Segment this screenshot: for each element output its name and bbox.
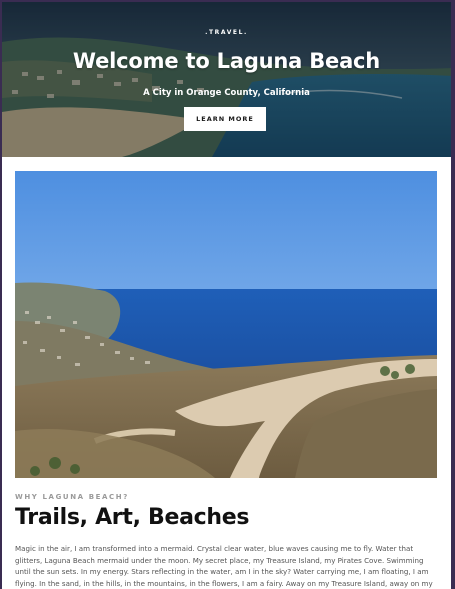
section-body-text: Magic in the air, I am transformed into … (15, 544, 433, 588)
laguna-trail-photo (15, 171, 437, 478)
hero-title: Welcome to Laguna Beach (72, 49, 381, 73)
section-title: Trails, Art, Beaches (15, 505, 250, 530)
hero-subtitle: A City in Orange County, California (143, 88, 310, 98)
hero-content: .TRAVEL. Welcome to Laguna Beach A City … (2, 2, 451, 157)
page-frame: .TRAVEL. Welcome to Laguna Beach A City … (0, 0, 455, 589)
photo-image (15, 171, 437, 478)
learn-more-button[interactable]: LEARN MORE (184, 107, 266, 131)
hero-banner: .TRAVEL. Welcome to Laguna Beach A City … (2, 2, 451, 157)
hero-kicker: .TRAVEL. (205, 29, 248, 36)
section-eyebrow: WHY LAGUNA BEACH? (15, 493, 129, 501)
